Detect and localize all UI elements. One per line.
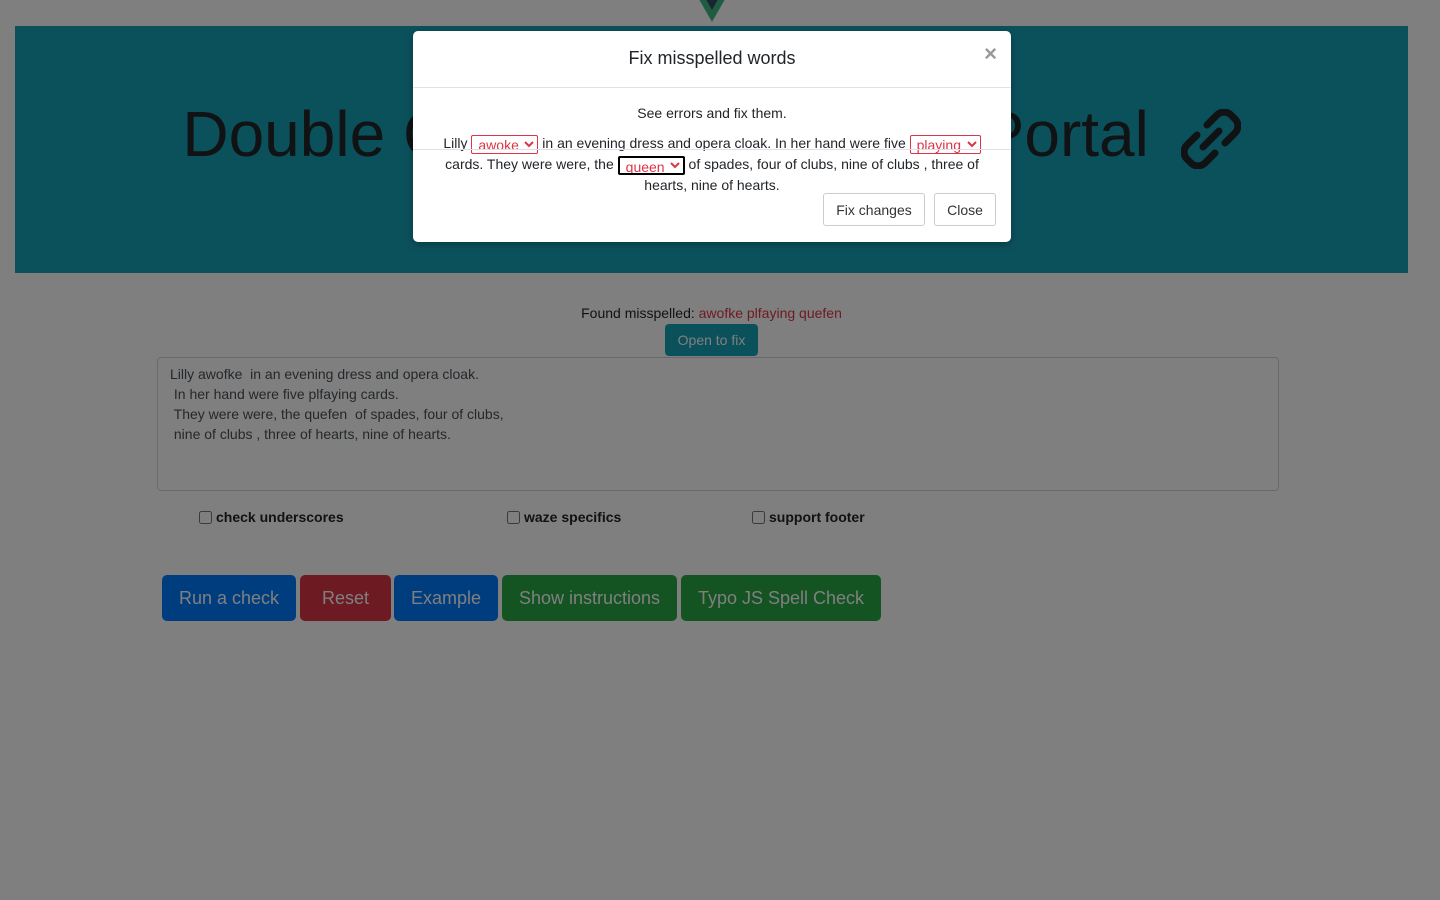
page: Double Check Spelling Tool Portal finds,… [0, 0, 1440, 900]
divider [413, 149, 1011, 150]
modal-title: Fix misspelled words [628, 48, 796, 68]
fix-select-awoke[interactable]: awoke [471, 134, 539, 154]
modal-hint: See errors and fix them. [637, 105, 787, 121]
fix-changes-button[interactable]: Fix changes [823, 193, 925, 226]
modal-fix-text: Lilly awoke in an evening dress and oper… [413, 133, 1011, 195]
modal-close-button[interactable]: Close [934, 193, 996, 226]
fix-modal: Fix misspelled words × See errors and fi… [413, 31, 1011, 242]
fix-select-playing[interactable]: playing [909, 134, 981, 154]
close-icon[interactable]: × [984, 43, 997, 65]
text-segment: cards. They were were, the [445, 155, 614, 172]
fix-select-queen[interactable]: queen [617, 155, 685, 175]
text-segment: of spades, four of clubs, nine of clubs … [644, 155, 979, 193]
modal-header: Fix misspelled words × [413, 31, 1011, 88]
